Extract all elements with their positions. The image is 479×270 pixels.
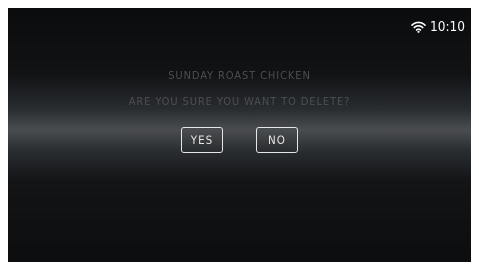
device-frame: 10:10 SUNDAY ROAST CHICKEN ARE YOU SURE … bbox=[0, 0, 479, 270]
delete-confirm-dialog: SUNDAY ROAST CHICKEN ARE YOU SURE YOU WA… bbox=[8, 69, 471, 109]
screen: 10:10 SUNDAY ROAST CHICKEN ARE YOU SURE … bbox=[8, 8, 471, 262]
dialog-buttons: YES NO bbox=[8, 127, 471, 153]
clock-time: 10:10 bbox=[430, 19, 465, 35]
delete-question: ARE YOU SURE YOU WANT TO DELETE? bbox=[128, 95, 351, 108]
no-button[interactable]: NO bbox=[256, 127, 298, 153]
wifi-icon bbox=[411, 21, 426, 33]
recipe-name: SUNDAY ROAST CHICKEN bbox=[168, 69, 311, 82]
yes-button[interactable]: YES bbox=[181, 127, 223, 153]
status-bar: 10:10 bbox=[411, 18, 465, 36]
